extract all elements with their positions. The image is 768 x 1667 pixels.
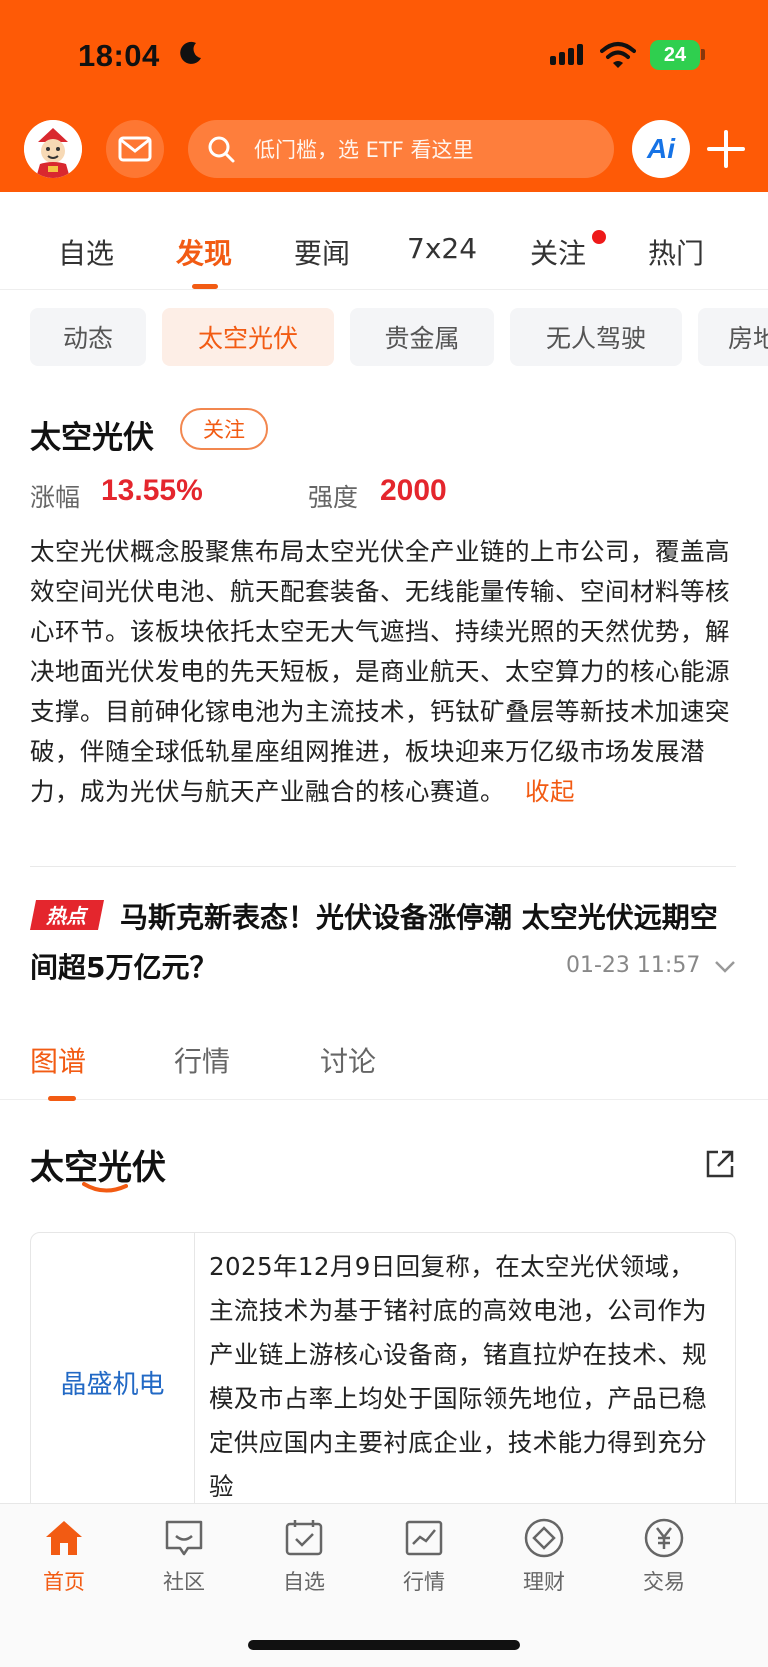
follow-button[interactable]: 关注 xyxy=(180,408,268,450)
search-placeholder: 低门槛，选 ETF 看这里 xyxy=(254,138,474,162)
topic-chips: 动态 太空光伏 贵金属 无人驾驶 房地 xyxy=(0,308,768,368)
tabbar-market[interactable]: 行情 xyxy=(374,1516,474,1596)
ai-assistant-button[interactable]: Ai xyxy=(632,120,690,178)
mascot-icon xyxy=(24,120,82,178)
battery-tip xyxy=(701,49,705,60)
tab-watchlist[interactable]: 自选 xyxy=(58,232,114,272)
sector-description: 太空光伏概念股聚焦布局太空光伏全产业链的上市公司，覆盖高效空间光伏电池、航天配套… xyxy=(30,532,740,812)
sector-title: 太空光伏 xyxy=(30,420,154,456)
status-bar: 18:04 24 xyxy=(0,0,768,110)
strength-label: 强度 xyxy=(308,483,359,512)
tabbar-label: 首页 xyxy=(43,1570,85,1594)
collapse-link[interactable]: 收起 xyxy=(525,777,575,806)
tab-7x24[interactable]: 7x24 xyxy=(407,232,477,265)
top-bar: 低门槛，选 ETF 看这里 Ai xyxy=(0,110,768,192)
tab-news[interactable]: 要闻 xyxy=(294,232,350,272)
tabbar-wealth[interactable]: 理财 xyxy=(494,1516,594,1596)
tab-following[interactable]: 关注 xyxy=(530,232,586,272)
tabbar-label: 交易 xyxy=(643,1570,685,1594)
status-time: 18:04 xyxy=(78,38,160,73)
battery-indicator: 24 xyxy=(650,40,700,70)
plus-icon[interactable] xyxy=(706,124,746,174)
chip-space-pv[interactable]: 太空光伏 xyxy=(162,308,334,366)
diamond-icon xyxy=(524,1518,564,1558)
tabbar-label: 自选 xyxy=(283,1570,325,1594)
yen-icon xyxy=(644,1518,684,1558)
hot-news-time: 01-23 11:57 xyxy=(566,953,701,978)
home-indicator xyxy=(248,1640,520,1650)
wifi-icon xyxy=(600,42,636,68)
company-card[interactable]: 晶盛机电 2025年12月9日回复称，在太空光伏领域，主流技术为基于锗衬底的高效… xyxy=(30,1232,736,1532)
tab-underline xyxy=(192,284,218,289)
chat-icon xyxy=(165,1520,203,1556)
mail-icon xyxy=(118,136,152,162)
tab-market[interactable]: 行情 xyxy=(174,1040,230,1080)
tabbar-trade[interactable]: 交易 xyxy=(614,1516,714,1596)
tab-hot[interactable]: 热门 xyxy=(648,232,704,272)
tabbar-home[interactable]: 首页 xyxy=(14,1516,114,1596)
tab-map[interactable]: 图谱 xyxy=(30,1040,86,1080)
chip-autonomous-driving[interactable]: 无人驾驶 xyxy=(510,308,682,366)
notification-dot xyxy=(592,230,606,244)
search-icon xyxy=(208,136,235,163)
watchlist-icon xyxy=(285,1520,323,1556)
chip-precious-metals[interactable]: 贵金属 xyxy=(350,308,494,366)
tabbar-label: 社区 xyxy=(163,1570,205,1594)
description-text: 太空光伏概念股聚焦布局太空光伏全产业链的上市公司，覆盖高效空间光伏电池、航天配套… xyxy=(30,537,730,806)
sub-tabs: 图谱 行情 讨论 xyxy=(0,1010,768,1101)
change-value: 13.55% xyxy=(101,474,203,507)
mail-button[interactable] xyxy=(106,120,164,178)
cellular-signal-icon xyxy=(550,44,583,65)
chip-real-estate[interactable]: 房地 xyxy=(698,308,768,366)
company-cell: 晶盛机电 xyxy=(31,1233,195,1531)
nav-tabs: 自选 发现 要闻 7x24 关注 热门 xyxy=(0,192,768,290)
tabbar-label: 理财 xyxy=(523,1570,565,1594)
tab-discussion[interactable]: 讨论 xyxy=(320,1040,376,1080)
hot-news-headline[interactable]: 马斯克新表态！光伏设备涨停潮 太空光伏远期空间超5万亿元？ xyxy=(30,893,736,993)
strength-value: 2000 xyxy=(380,474,447,507)
tabbar-community[interactable]: 社区 xyxy=(134,1516,234,1596)
tabbar-watchlist[interactable]: 自选 xyxy=(254,1516,354,1596)
avatar[interactable] xyxy=(24,120,82,178)
moon-icon xyxy=(180,41,201,64)
chevron-down-icon[interactable] xyxy=(714,958,736,974)
chip-dynamic[interactable]: 动态 xyxy=(30,308,146,366)
home-icon xyxy=(46,1521,82,1555)
tabbar-label: 行情 xyxy=(403,1570,445,1594)
divider xyxy=(30,866,736,867)
sub-tab-underline xyxy=(48,1096,76,1101)
chart-icon xyxy=(405,1520,443,1556)
tab-discover[interactable]: 发现 xyxy=(176,232,232,272)
search-input[interactable]: 低门槛，选 ETF 看这里 xyxy=(188,120,614,178)
company-name[interactable]: 晶盛机电 xyxy=(60,1364,164,1401)
title-swoosh xyxy=(82,1182,128,1193)
external-link-icon[interactable] xyxy=(704,1148,736,1180)
change-label: 涨幅 xyxy=(30,483,81,512)
company-description: 2025年12月9日回复称，在太空光伏领域，主流技术为基于锗衬底的高效电池，公司… xyxy=(209,1252,707,1501)
